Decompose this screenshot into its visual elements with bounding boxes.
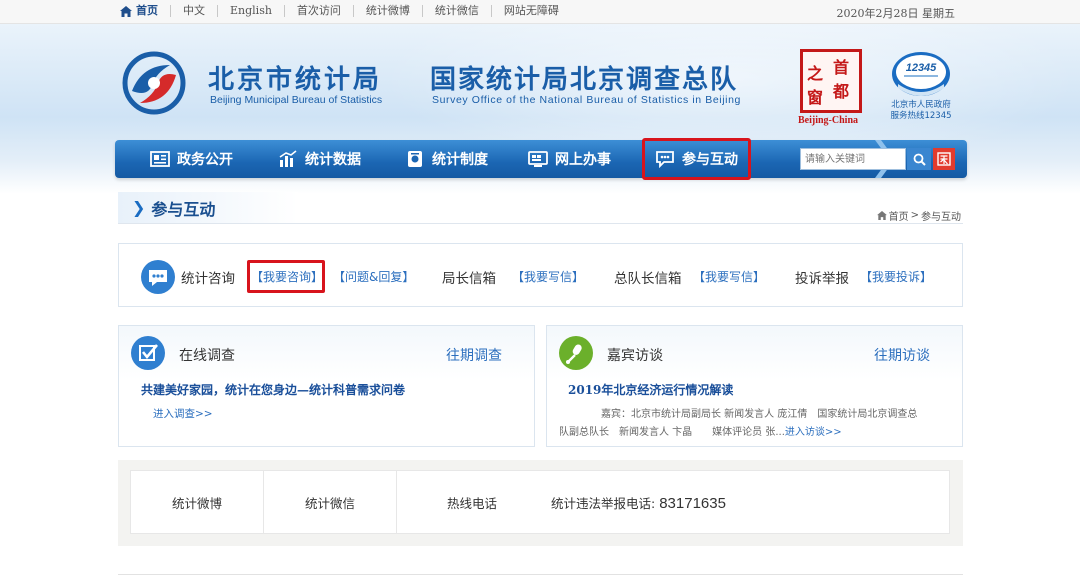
microphone-icon [559,336,593,370]
report-hotline-label: 统计违法举报电话: [551,496,656,511]
chief-mailbox-label: 总队长信箱 [614,271,682,287]
people-service-button[interactable] [933,148,955,170]
nav-label-participation: 参与互动 [682,152,738,168]
interview-guest-line1: 嘉宾：北京市统计局副局长 新闻发言人 庞江倩 国家统计局北京调查总 [601,409,918,420]
nav-item-participation[interactable]: 参与互动 [642,138,751,180]
interview-guest-line2-wrap: 队副总队长 新闻发言人 卞晶 媒体评论员 张...进入访谈>> [559,424,944,442]
chevron-right-icon: ❯ [132,198,146,217]
nav-item-statistics-system[interactable]: 统计制度 [405,140,488,178]
section-header: ❯ 参与互动 首页 > 参与互动 [118,192,963,224]
contact-bar: 统计微博 统计微信 热线电话 统计违法举报电话: 83171635 [118,460,963,546]
search-button[interactable] [907,148,931,170]
newspaper-icon [150,151,170,167]
bar-chart-icon [279,150,297,167]
document-icon [408,151,422,167]
bureau-name-cn: 北京市统计局 [208,65,383,95]
interaction-bar: 统计咨询 【我要咨询】 【问题&回复】 局长信箱 【我要写信】 总队长信箱 【我… [118,243,963,307]
report-hotline-number: 83171635 [659,495,726,512]
home-icon [876,211,887,220]
top-link-english[interactable]: English [217,5,284,17]
nav-item-online-services[interactable]: 网上办事 [528,140,611,178]
breadcrumb: 首页 > 参与互动 [876,208,961,223]
complaint-label: 投诉举报 [795,271,849,287]
interview-headline-link[interactable]: 2019年北京经济运行情况解读 [568,381,733,398]
current-date: 2020年2月28日 星期五 [836,7,956,20]
guest-interview-panel: 嘉宾访谈 往期访谈 2019年北京经济运行情况解读 嘉宾：北京市统计局副局长 新… [546,325,963,447]
capital-window-seal[interactable]: 首 都 之 窗 [800,49,862,113]
weibo-link[interactable]: 统计微博 [131,471,264,533]
qa-reply-link[interactable]: 【问题&回复】 [333,268,414,285]
min-character-icon [937,152,951,166]
section-title: 参与互动 [151,199,216,219]
nav-item-government-affairs[interactable]: 政务公开 [150,140,233,178]
breadcrumb-separator-icon: > [910,210,919,221]
consult-now-highlight [247,260,325,293]
survey-office-name-cn: 国家统计局北京调查总队 [430,65,739,95]
search-icon [913,153,926,166]
nav-label-government-affairs: 政务公开 [177,152,233,168]
top-link-wechat[interactable]: 统计微信 [421,5,491,17]
seal-caption: Beijing-China [798,115,859,126]
wechat-link[interactable]: 统计微信 [264,471,397,533]
top-link-accessibility[interactable]: 网站无障碍 [490,5,571,17]
chat-bubble-icon [656,151,674,168]
seal-char-1: 首 [833,58,850,77]
hotline-12345-icon[interactable]: 12345 [890,50,952,98]
nav-label-statistics-data: 统计数据 [305,152,361,168]
computer-icon [528,151,548,167]
write-to-director-link[interactable]: 【我要写信】 [512,268,584,285]
nav-label-online-services: 网上办事 [555,152,611,168]
breadcrumb-home[interactable]: 首页 [889,208,909,223]
report-hotline: 统计违法举报电话: 83171635 [551,493,726,512]
top-links: 首页 中文 English 首次访问 统计微博 统计微信 网站无障碍 [120,5,571,17]
online-survey-panel: 在线调查 往期调查 共建美好家园，统计在您身边—统计科普需求问卷 进入调查>> [118,325,535,447]
contact-bar-inner: 统计微博 统计微信 热线电话 统计违法举报电话: 83171635 [130,470,950,534]
bureau-logo-icon[interactable] [122,51,186,115]
survey-headline-link[interactable]: 共建美好家园，统计在您身边—统计科普需求问卷 [141,381,405,398]
consultation-label: 统计咨询 [181,271,235,287]
past-interviews-link[interactable]: 往期访谈 [874,345,930,365]
top-link-home[interactable]: 首页 [120,5,170,17]
hotline-link[interactable]: 热线电话 [397,471,547,533]
section-title-tab: ❯ 参与互动 [118,192,298,223]
interview-title: 嘉宾访谈 [607,348,663,364]
hotline-number: 12345 [906,62,937,74]
main-nav: 政务公开 统计数据 统计制度 网上办事 参与互动 [115,138,967,180]
top-link-home-label: 首页 [136,4,158,17]
seal-char-2: 都 [833,82,850,101]
breadcrumb-current: 参与互动 [921,212,961,223]
nav-item-statistics-data[interactable]: 统计数据 [278,140,361,178]
survey-office-name-en: Survey Office of the National Bureau of … [432,94,741,106]
bureau-name-en: Beijing Municipal Bureau of Statistics [210,94,383,106]
file-complaint-link[interactable]: 【我要投诉】 [860,268,932,285]
nav-label-statistics-system: 统计制度 [432,152,488,168]
hotline-caption: 北京市人民政府 服务热线12345 [888,100,954,122]
home-icon [120,5,132,17]
search-input[interactable] [800,148,906,170]
seal-char-3: 之 [807,64,824,83]
footer-divider [118,574,963,575]
top-link-chinese[interactable]: 中文 [170,5,217,17]
seal-char-4: 窗 [807,88,824,107]
write-to-chief-link[interactable]: 【我要写信】 [693,268,765,285]
interview-guest-line2: 队副总队长 新闻发言人 卞晶 媒体评论员 张... [559,427,785,438]
hotline-caption-line1: 北京市人民政府 [891,100,951,110]
enter-survey-link[interactable]: 进入调查>> [153,406,213,421]
survey-title: 在线调查 [179,348,235,364]
top-link-first-visit[interactable]: 首次访问 [283,5,353,17]
interview-guest-description: 嘉宾：北京市统计局副局长 新闻发言人 庞江倩 国家统计局北京调查总 队副总队长 … [559,406,944,442]
checkbox-icon [131,336,165,370]
director-mailbox-label: 局长信箱 [442,271,496,287]
consultation-chat-icon [141,260,175,294]
top-link-weibo[interactable]: 统计微博 [352,5,422,17]
enter-interview-link[interactable]: 进入访谈>> [785,427,842,438]
hotline-caption-line2: 服务热线12345 [890,111,952,121]
past-surveys-link[interactable]: 往期调查 [446,345,502,365]
top-bar: 首页 中文 English 首次访问 统计微博 统计微信 网站无障碍 2020年… [0,0,1080,24]
